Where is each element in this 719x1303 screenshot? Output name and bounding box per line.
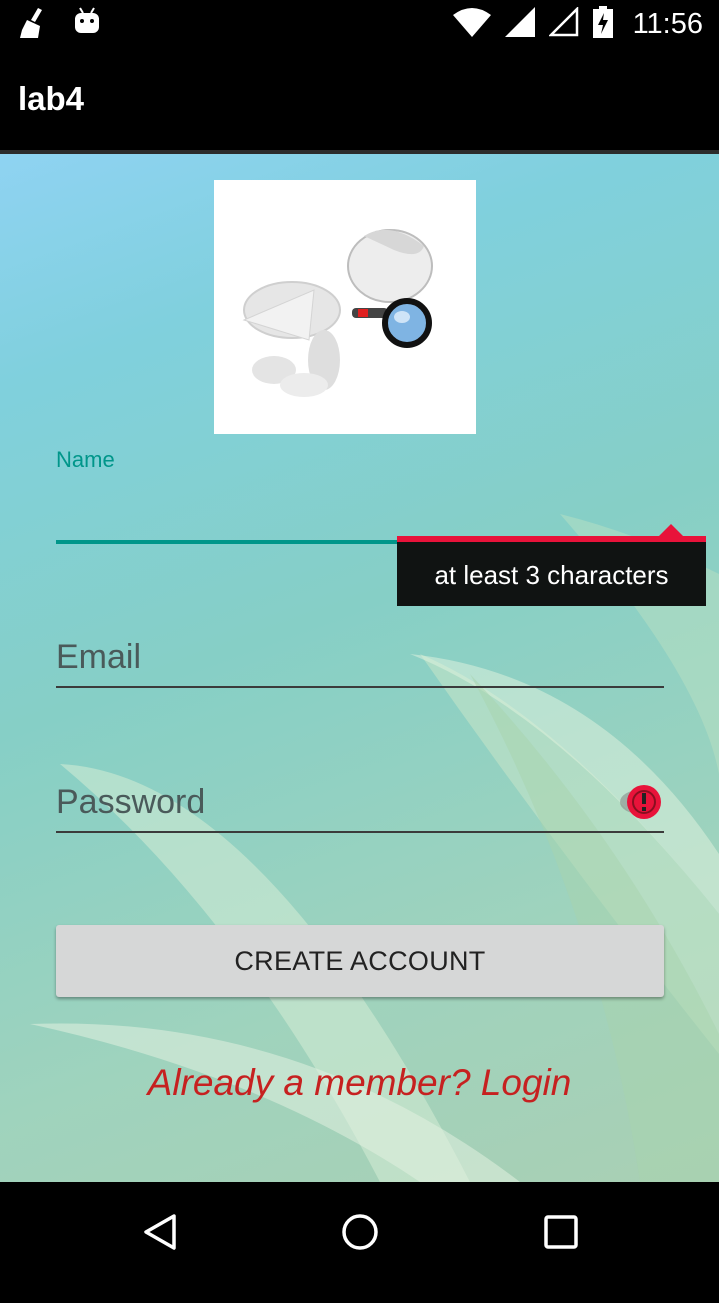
back-icon[interactable] [140, 1212, 180, 1256]
navigation-bar [0, 1182, 719, 1303]
recents-icon[interactable] [542, 1212, 580, 1256]
error-popup-pointer [659, 524, 683, 536]
battery-charging-icon [592, 6, 613, 42]
home-icon[interactable] [340, 1212, 380, 1256]
cell-signal-icon [504, 7, 535, 41]
password-error-icon [618, 782, 664, 826]
email-field[interactable] [56, 632, 664, 682]
form-screen: Name at least 3 characters CREATE ACCOUN… [0, 154, 719, 1182]
create-account-button[interactable]: CREATE ACCOUNT [56, 925, 664, 997]
app-title: lab4 [18, 80, 85, 117]
password-field[interactable] [56, 777, 664, 827]
email-field-underline [56, 686, 664, 688]
name-error-text: at least 3 characters [434, 560, 669, 590]
wifi-icon [452, 7, 491, 41]
name-field-label: Name [56, 447, 115, 472]
login-link[interactable]: Already a member? Login [0, 1062, 719, 1104]
status-bar: 11:56 [0, 0, 719, 46]
name-field[interactable] [56, 484, 664, 534]
name-error-popup: at least 3 characters [397, 524, 706, 606]
password-field-underline [56, 831, 664, 833]
detective-logo-image [214, 180, 476, 434]
broom-cleaner-icon [18, 6, 52, 44]
cell-signal-empty-icon [547, 5, 579, 41]
android-robot-icon [74, 6, 100, 44]
status-time: 11:56 [632, 7, 703, 40]
app-bar: lab4 [0, 46, 719, 154]
